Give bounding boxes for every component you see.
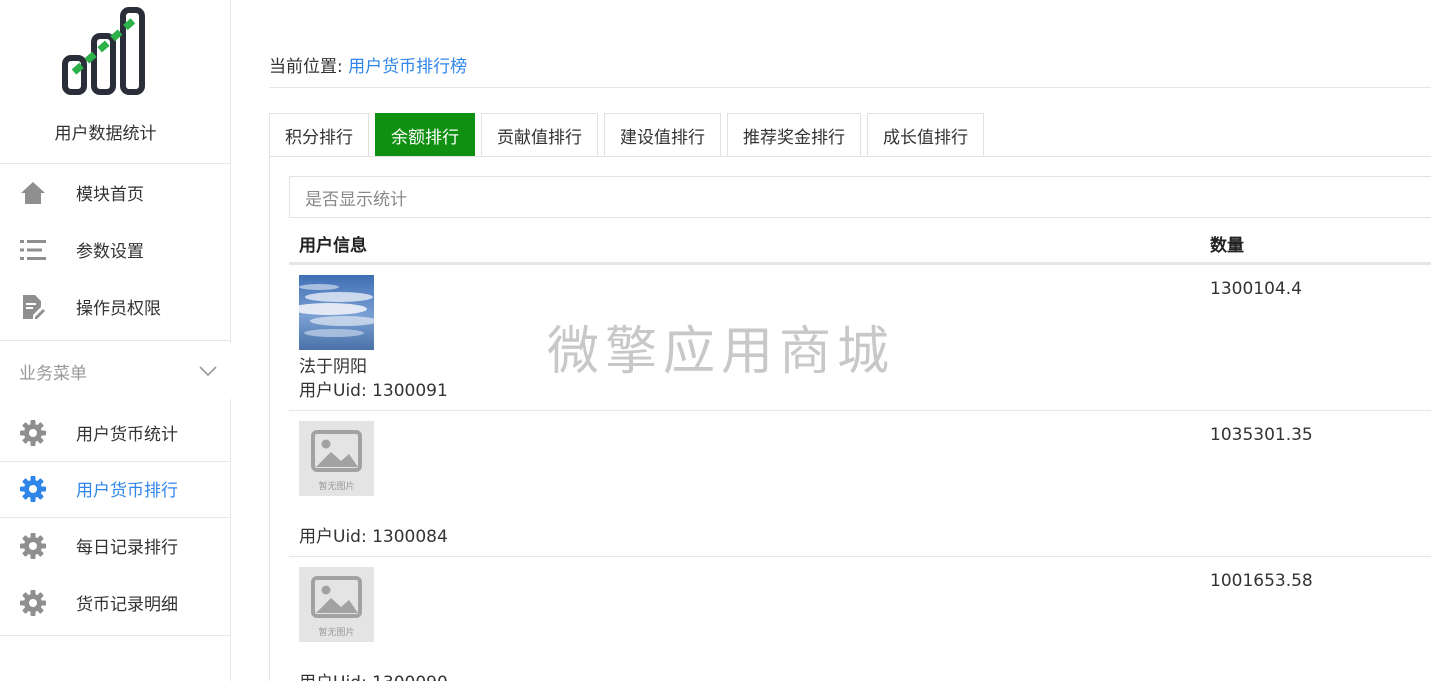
bar-chart-logo-icon <box>62 7 145 95</box>
divider <box>0 340 231 341</box>
amount-value: 1035301.35 <box>1210 425 1313 445</box>
tab-growth-ranking[interactable]: 成长值排行 <box>867 113 984 156</box>
amount-value: 1300104.4 <box>1210 279 1302 299</box>
breadcrumb: 当前位置: 用户货币排行榜 <box>269 52 467 77</box>
sidebar-item-label: 每日记录排行 <box>76 538 178 558</box>
sidebar-item-label: 操作员权限 <box>76 299 161 319</box>
breadcrumb-prefix: 当前位置: <box>269 57 343 77</box>
sidebar-item-currency-stats[interactable]: 用户货币统计 <box>0 404 231 461</box>
tab-construction-ranking[interactable]: 建设值排行 <box>604 113 721 156</box>
avatar: 暂无图片 <box>299 567 374 642</box>
sidebar-item-label: 货币记录明细 <box>76 595 178 615</box>
table-row: 暂无图片 用户Uid: 1300084 1035301.35 <box>289 411 1431 557</box>
sidebar-item-label: 用户货币统计 <box>76 425 178 445</box>
gear-icon <box>19 532 47 560</box>
show-stats-toggle[interactable]: 是否显示统计 <box>289 176 1431 218</box>
sidebar-item-label: 参数设置 <box>76 242 144 262</box>
sidebar-item-daily-ranking[interactable]: 每日记录排行 <box>0 517 231 574</box>
home-icon <box>19 179 47 207</box>
gear-icon <box>19 419 47 447</box>
tab-referral-bonus-ranking[interactable]: 推荐奖金排行 <box>727 113 861 156</box>
table-row: 暂无图片 用户Uid: 1300090 1001653.58 <box>289 557 1431 681</box>
user-name: 法于阴阳 <box>299 357 367 377</box>
avatar <box>299 275 374 350</box>
table-row: 法于阴阳 用户Uid: 1300091 1300104.4 <box>289 265 1431 411</box>
ranking-panel: 是否显示统计 用户信息 数量 法于阴阳 用户Uid: 1300091 13001… <box>269 156 1431 681</box>
tab-points-ranking[interactable]: 积分排行 <box>269 113 369 156</box>
sidebar-item-label: 用户货币排行 <box>76 481 178 501</box>
chevron-down-icon <box>199 366 217 377</box>
sidebar-item-permissions[interactable]: 操作员权限 <box>0 278 231 335</box>
no-image-caption: 暂无图片 <box>318 482 355 492</box>
avatar: 暂无图片 <box>299 421 374 496</box>
divider <box>0 635 231 636</box>
sidebar-item-home[interactable]: 模块首页 <box>0 164 231 221</box>
column-header-user-info: 用户信息 <box>299 236 367 256</box>
app-title: 用户数据统计 <box>54 124 157 144</box>
no-image-placeholder: 暂无图片 <box>299 567 374 642</box>
gear-icon <box>19 589 47 617</box>
tab-contribution-ranking[interactable]: 贡献值排行 <box>481 113 598 156</box>
edit-doc-icon <box>19 293 47 321</box>
amount-value: 1001653.58 <box>1210 571 1313 591</box>
tab-balance-ranking[interactable]: 余额排行 <box>375 113 475 156</box>
user-uid: 用户Uid: 1300091 <box>299 381 448 401</box>
no-image-placeholder: 暂无图片 <box>299 421 374 496</box>
menu-group-business[interactable]: 业务菜单 <box>0 343 231 399</box>
sidebar: 用户数据统计 模块首页 参数设置 操作员权限 业务菜单 用户货币统计 用户货币排… <box>0 0 231 681</box>
sidebar-item-settings[interactable]: 参数设置 <box>0 221 231 278</box>
ranking-tabs: 积分排行 余额排行 贡献值排行 建设值排行 推荐奖金排行 成长值排行 <box>269 113 990 156</box>
sidebar-item-currency-ranking[interactable]: 用户货币排行 <box>0 460 231 517</box>
no-image-caption: 暂无图片 <box>318 628 355 638</box>
user-uid: 用户Uid: 1300090 <box>299 668 448 681</box>
table-header: 用户信息 数量 <box>289 220 1431 265</box>
user-uid: 用户Uid: 1300084 <box>299 527 448 547</box>
sidebar-item-currency-detail[interactable]: 货币记录明细 <box>0 574 231 631</box>
column-header-amount: 数量 <box>1210 236 1244 256</box>
gear-icon <box>19 475 47 503</box>
menu-group-label: 业务菜单 <box>19 363 87 384</box>
list-icon <box>19 236 47 264</box>
show-stats-label: 是否显示统计 <box>305 189 407 210</box>
breadcrumb-current-link[interactable]: 用户货币排行榜 <box>348 57 467 77</box>
sidebar-item-label: 模块首页 <box>76 185 144 205</box>
divider <box>269 87 1431 88</box>
